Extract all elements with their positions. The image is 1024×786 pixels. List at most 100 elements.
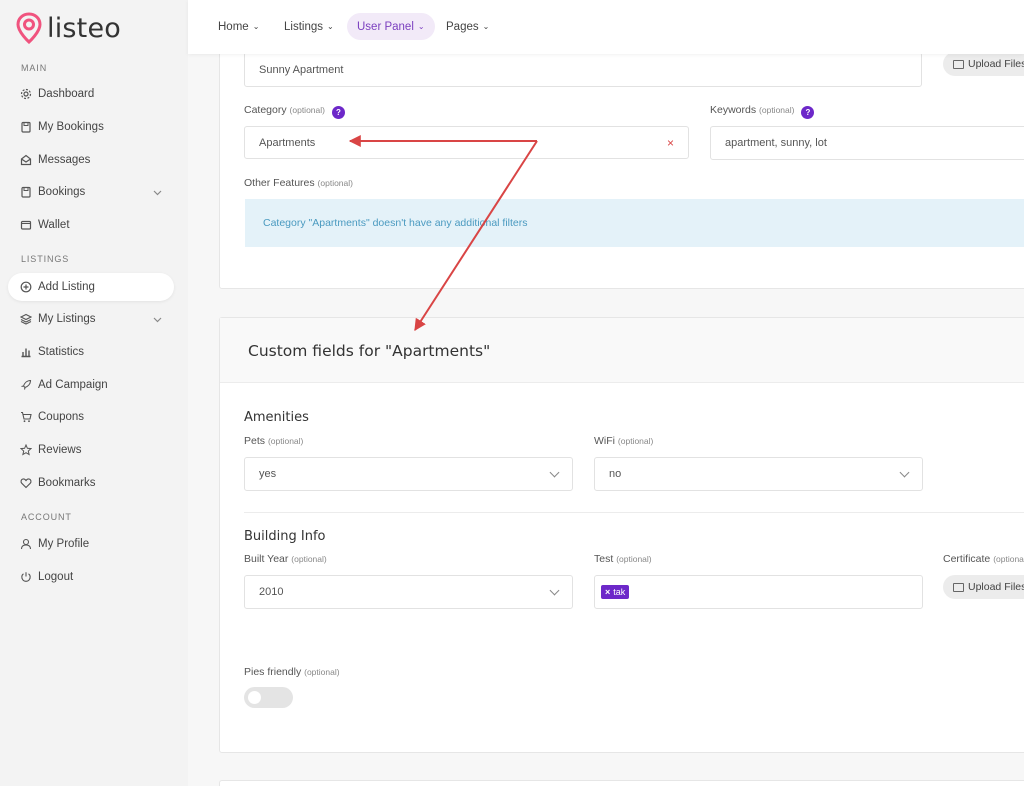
sidebar-item-label: Logout [38, 571, 74, 583]
optional-text: (optional) [304, 667, 340, 677]
image-icon [953, 582, 964, 592]
chevron-down-icon: ⌄ [327, 22, 334, 31]
top-navbar: Home ⌄ Listings ⌄ User Panel ⌄ Pages ⌄ [188, 0, 1024, 54]
topnav-home[interactable]: Home ⌄ [208, 13, 269, 40]
label-text: Category [244, 104, 287, 116]
file-icon [20, 186, 32, 198]
notice-text: Category "Apartments" doesn't have any a… [263, 217, 528, 229]
upload-files-button[interactable]: Upload Files [943, 52, 1024, 76]
sidebar-item-label: Bookmarks [38, 477, 96, 489]
sidebar-item-label: Coupons [38, 411, 85, 423]
chevron-down-icon [153, 187, 162, 199]
wifi-label: WiFi (optional) [594, 435, 653, 447]
optional-text: (optional) [759, 105, 795, 115]
file-icon [20, 121, 32, 133]
label-text: WiFi [594, 435, 615, 447]
logo[interactable]: listeo [16, 12, 121, 44]
label-text: Pies friendly [244, 666, 302, 678]
input-value: yes [259, 468, 277, 480]
sidebar-item-my-bookings[interactable]: My Bookings [8, 113, 174, 141]
section-label-account: ACCOUNT [21, 512, 72, 522]
location-pin-icon [16, 12, 42, 44]
chevron-down-icon: ⌄ [482, 22, 490, 31]
keywords-input[interactable]: apartment, sunny, lot [710, 126, 1024, 160]
category-select[interactable]: Apartments × [244, 126, 689, 159]
chevron-down-icon [549, 585, 560, 596]
plus-circle-icon [20, 281, 32, 293]
heart-icon [20, 477, 32, 489]
keywords-label: Keywords (optional) ? [710, 104, 815, 119]
pets-select[interactable]: yes [244, 457, 573, 491]
label-text: Pets [244, 435, 266, 447]
chevron-down-icon [153, 314, 162, 326]
sidebar-item-label: My Profile [38, 538, 90, 550]
sidebar-item-ad-campaign[interactable]: Ad Campaign [8, 371, 174, 399]
topnav-label: Listings [284, 20, 323, 33]
sidebar-item-label: My Bookings [38, 121, 104, 133]
category-label: Category (optional) ? [244, 104, 345, 119]
optional-text: (optional) [289, 105, 325, 115]
custom-fields-panel [219, 317, 1024, 753]
sidebar-item-messages[interactable]: Messages [8, 146, 174, 174]
sidebar-item-statistics[interactable]: Statistics [8, 338, 174, 366]
remove-tag-icon[interactable]: × [605, 587, 610, 597]
certificate-upload-button[interactable]: Upload Files [943, 575, 1024, 599]
sidebar-item-reviews[interactable]: Reviews [8, 436, 174, 464]
sidebar-item-my-listings[interactable]: My Listings [8, 305, 174, 333]
pets-label: Pets (optional) [244, 435, 303, 447]
help-icon[interactable]: ? [801, 106, 815, 119]
clear-icon[interactable]: × [667, 136, 674, 150]
optional-text: (optional) [617, 436, 654, 446]
listing-title-input[interactable]: Sunny Apartment [244, 52, 922, 87]
sidebar-item-logout[interactable]: Logout [8, 563, 174, 591]
built-year-select[interactable]: 2010 [244, 575, 573, 609]
chevron-down-icon [549, 467, 560, 478]
layers-icon [20, 313, 32, 325]
sidebar-item-dashboard[interactable]: Dashboard [8, 80, 174, 108]
sidebar-item-label: Reviews [38, 444, 82, 456]
sidebar-item-wallet[interactable]: Wallet [8, 211, 174, 239]
sidebar-item-bookings[interactable]: Bookings [8, 178, 174, 206]
topnav-label: User Panel [357, 20, 414, 33]
next-panel [219, 780, 1024, 786]
input-value: 2010 [259, 586, 284, 598]
topnav-user-panel[interactable]: User Panel ⌄ [347, 13, 435, 40]
sidebar-item-add-listing[interactable]: Add Listing [8, 273, 174, 301]
input-value: no [609, 468, 622, 480]
tag-label: tak [613, 587, 626, 597]
custom-fields-title: Custom fields for "Apartments" [248, 342, 491, 360]
star-icon [20, 444, 32, 456]
sidebar-item-coupons[interactable]: Coupons [8, 403, 174, 431]
wallet-icon [20, 219, 32, 231]
sidebar-item-label: Bookings [38, 186, 86, 198]
brand-name: listeo [47, 12, 121, 44]
sidebar-item-label: Dashboard [38, 88, 95, 100]
button-label: Upload Files [968, 58, 1024, 70]
divider [244, 512, 1024, 513]
selected-tag[interactable]: × tak [601, 585, 630, 599]
sidebar-item-label: Ad Campaign [38, 379, 108, 391]
topnav-label: Home [218, 20, 249, 33]
info-notice: Category "Apartments" doesn't have any a… [245, 199, 1024, 247]
input-value: Sunny Apartment [259, 63, 344, 76]
help-icon[interactable]: ? [331, 106, 345, 119]
wifi-select[interactable]: no [594, 457, 923, 491]
label-text: Keywords [710, 104, 757, 116]
sidebar-item-bookmarks[interactable]: Bookmarks [8, 469, 174, 497]
pies-friendly-toggle[interactable] [244, 687, 293, 708]
section-label-listings: LISTINGS [21, 254, 70, 264]
rocket-icon [20, 379, 32, 391]
topnav-pages[interactable]: Pages ⌄ [436, 13, 499, 40]
sidebar-item-label: Statistics [38, 346, 85, 358]
test-multiselect[interactable]: × tak [594, 575, 923, 609]
label-text: Certificate [943, 553, 991, 565]
label-text: Other Features [244, 177, 315, 189]
building-info-heading: Building Info [244, 529, 326, 544]
toggle-knob [248, 691, 261, 704]
bar-chart-icon [20, 346, 32, 358]
sidebar-item-label: Wallet [38, 219, 70, 231]
optional-text: (optional) [616, 554, 652, 564]
sidebar-item-my-profile[interactable]: My Profile [8, 530, 174, 558]
sidebar: listeo MAIN Dashboard My Bookings Messag… [0, 0, 188, 786]
topnav-listings[interactable]: Listings ⌄ [274, 13, 344, 40]
